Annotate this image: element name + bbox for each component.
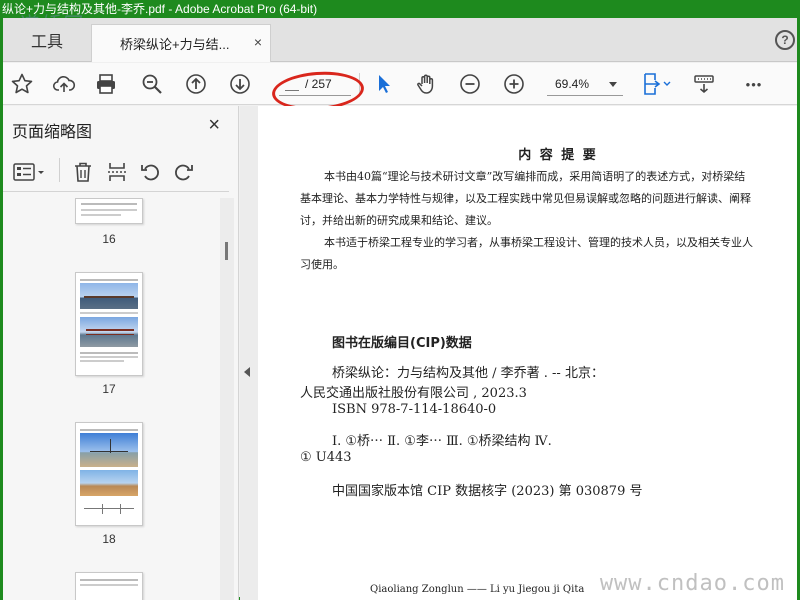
cip-line: 中国国家版本馆 CIP 数据核字 (2023) 第 030879 号 xyxy=(332,484,643,499)
cip-line: 人民交通出版社股份有限公司 , 2023.3 xyxy=(300,386,527,401)
tab-bar: 工具 桥梁纵论+力与结... × ? xyxy=(3,18,797,62)
document-view[interactable]: 内 容 提 要 本书由40篇“理论与技术研讨文章”改写编排而成，采用简语明了的表… xyxy=(258,106,797,600)
tab-document[interactable]: 桥梁纵论+力与结... × xyxy=(91,24,271,62)
thumbnail-page-label: 16 xyxy=(102,232,116,246)
cip-line: ① U443 xyxy=(300,450,352,465)
scroll-mode-icon[interactable] xyxy=(691,71,717,97)
page-thumbnail[interactable] xyxy=(75,198,143,224)
zoom-minus-icon[interactable] xyxy=(457,71,483,97)
more-icon[interactable]: ••• xyxy=(739,71,769,97)
rotate-right-icon[interactable] xyxy=(171,160,195,184)
tab-document-label: 桥梁纵论+力与结... xyxy=(120,37,230,52)
cip-line: Ⅰ. ①桥⋯ Ⅱ. ①李⋯ Ⅲ. ①桥梁结构 Ⅳ. xyxy=(332,434,552,449)
cip-line: 桥梁纵论：力与结构及其他 / 李乔著 . -- 北京： xyxy=(332,366,604,381)
page-thumbnails-panel: 页面缩略图 × 16 17 18 xyxy=(3,106,239,600)
fit-page-icon[interactable] xyxy=(639,71,673,97)
thumbnail-toolbar xyxy=(3,150,229,192)
star-icon[interactable] xyxy=(9,71,35,97)
print-icon[interactable] xyxy=(93,71,119,97)
thumbnail-page-label: 18 xyxy=(102,532,116,546)
paragraph-line: 习使用。 xyxy=(300,258,344,271)
collapse-panel-icon[interactable] xyxy=(244,367,250,377)
thumbnail-page-label: 17 xyxy=(102,382,116,396)
close-tab-icon[interactable]: × xyxy=(254,34,262,50)
rotate-left-icon[interactable] xyxy=(139,160,163,184)
zoom-value: 69.4% xyxy=(555,77,590,91)
paragraph-line: 本书由40篇“理论与技术研讨文章”改写编排而成，采用简语明了的表述方式，对桥梁结 xyxy=(324,170,746,183)
page-down-icon[interactable] xyxy=(227,71,253,97)
main-toolbar: / 257 69.4% ••• xyxy=(3,63,797,105)
trash-icon[interactable] xyxy=(71,160,95,184)
insert-pages-icon[interactable] xyxy=(105,160,129,184)
page-thumbnail[interactable] xyxy=(75,422,143,526)
paragraph-line: 基本理论、基本力学特性与规律，以及工程实践中常见但易误解或忽略的问题进行解读、阐… xyxy=(300,192,751,205)
paragraph-line: 本书适于桥梁工程专业的学习者，从事桥梁工程设计、管理的技术人员，以及相关专业人 xyxy=(324,236,753,249)
scrollbar-thumb[interactable] xyxy=(225,242,228,260)
page-up-icon[interactable] xyxy=(183,71,209,97)
thumbnail-scrollbar[interactable] xyxy=(220,198,234,600)
site-watermark: www.cndao.com xyxy=(599,571,785,596)
close-panel-icon[interactable]: × xyxy=(208,114,220,137)
thumbnail-options-icon[interactable] xyxy=(11,160,47,184)
panel-splitter[interactable] xyxy=(240,106,258,600)
tab-tools[interactable]: 工具 xyxy=(3,18,91,62)
cip-line: ISBN 978-7-114-18640-0 xyxy=(332,402,497,417)
page-heading: 内 容 提 要 xyxy=(518,148,598,163)
page-footer: Qiaoliang Zonglun —— Li yu Jiegou ji Qit… xyxy=(370,584,585,595)
panel-title: 页面缩略图 xyxy=(12,124,93,141)
zoom-plus-icon[interactable] xyxy=(501,71,527,97)
hand-icon[interactable] xyxy=(413,71,439,97)
page-thumbnail[interactable] xyxy=(75,272,143,376)
page-thumbnail[interactable] xyxy=(75,572,143,600)
zoom-select[interactable]: 69.4% xyxy=(547,74,623,96)
cip-title: 图书在版编目(CIP)数据 xyxy=(332,336,472,351)
zoom-out-magnifier-icon[interactable] xyxy=(139,71,165,97)
cloud-upload-icon[interactable] xyxy=(51,71,77,97)
toolbar-divider xyxy=(59,158,60,182)
thumbnail-list: 16 17 18 xyxy=(3,198,229,600)
window-title: 纵论+力与结构及其他-李乔.pdf - Adobe Acrobat Pro (6… xyxy=(0,0,800,18)
select-arrow-icon[interactable] xyxy=(371,71,397,97)
paragraph-line: 讨，并给出新的研究成果和结论、建议。 xyxy=(300,214,498,227)
help-icon[interactable]: ? xyxy=(775,30,795,50)
chevron-down-icon xyxy=(609,82,617,87)
